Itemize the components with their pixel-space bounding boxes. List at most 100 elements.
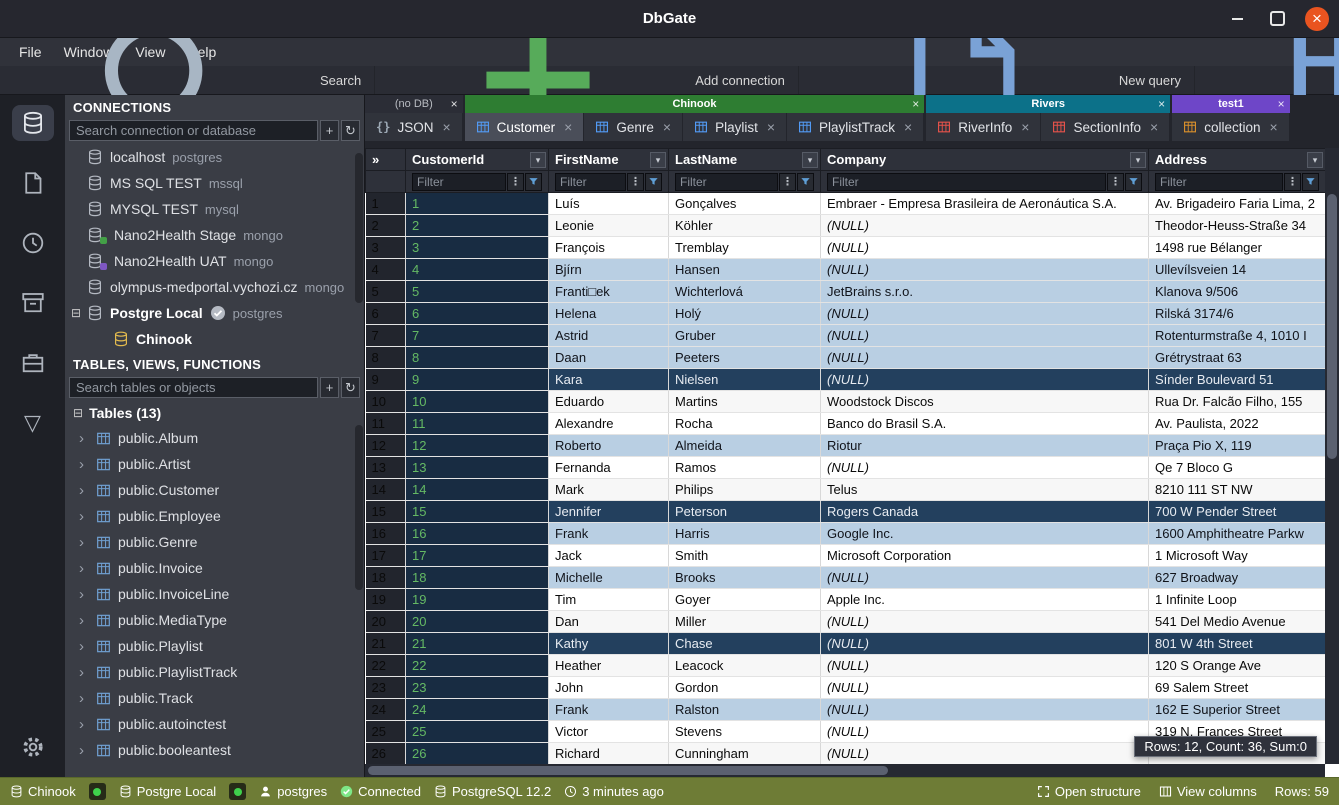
cell-customerid[interactable]: 21	[406, 633, 549, 655]
filter-funnel-button[interactable]	[1125, 173, 1142, 191]
toolbar-new-query[interactable]: New query	[799, 66, 1195, 94]
cell-lastname[interactable]: Nielsen	[669, 369, 821, 391]
row-number[interactable]: 16	[366, 523, 406, 545]
cell-company[interactable]: Riotur	[821, 435, 1149, 457]
connection-item-ms-sql-test[interactable]: MS SQL TESTmssql	[65, 170, 364, 196]
cell-customerid[interactable]: 5	[406, 281, 549, 303]
db-group-rivers[interactable]: Rivers×	[926, 95, 1170, 113]
cell-lastname[interactable]: Brooks	[669, 567, 821, 589]
cell-customerid[interactable]: 4	[406, 259, 549, 281]
refresh-connections-button[interactable]: ↻	[341, 120, 360, 141]
cell-company[interactable]: JetBrains s.r.o.	[821, 281, 1149, 303]
cell-company[interactable]: (NULL)	[821, 655, 1149, 677]
cell-customerid[interactable]: 2	[406, 215, 549, 237]
toolbar-new-table[interactable]: New table	[1195, 66, 1339, 94]
cell-company[interactable]: (NULL)	[821, 237, 1149, 259]
cell-address[interactable]: 700 W Pender Street	[1149, 501, 1326, 523]
cell-firstname[interactable]: John	[549, 677, 669, 699]
cell-address[interactable]: Rilská 3174/6	[1149, 303, 1326, 325]
chevron-right-icon[interactable]: ›	[79, 690, 89, 707]
cell-firstname[interactable]: Jack	[549, 545, 669, 567]
filter-funnel-button[interactable]	[645, 173, 662, 191]
sidebar-files-button[interactable]	[12, 165, 54, 201]
row-number[interactable]: 3	[366, 237, 406, 259]
cell-customerid[interactable]: 6	[406, 303, 549, 325]
toolbar-add-connection[interactable]: Add connection	[375, 66, 799, 94]
filter-menu-icon[interactable]: ⋮	[1107, 173, 1124, 191]
row-number[interactable]: 12	[366, 435, 406, 457]
cell-firstname[interactable]: Victor	[549, 721, 669, 743]
add-table-small-button[interactable]: +	[320, 377, 339, 398]
chevron-right-icon[interactable]: ›	[79, 664, 89, 681]
table-item-public-playlist[interactable]: ›public.Playlist	[65, 633, 364, 659]
chevron-right-icon[interactable]: ›	[79, 456, 89, 473]
table-item-public-album[interactable]: ›public.Album	[65, 425, 364, 451]
cell-lastname[interactable]: Stevens	[669, 721, 821, 743]
row-number[interactable]: 24	[366, 699, 406, 721]
connections-search-input[interactable]	[69, 120, 318, 141]
cell-firstname[interactable]: Daan	[549, 347, 669, 369]
table-item-public-employee[interactable]: ›public.Employee	[65, 503, 364, 529]
cell-address[interactable]: 162 E Superior Street	[1149, 699, 1326, 721]
chevron-right-icon[interactable]: ›	[79, 638, 89, 655]
table-item-public-booleantest[interactable]: ›public.booleantest	[65, 737, 364, 763]
chevron-right-icon[interactable]: ›	[79, 482, 89, 499]
cell-company[interactable]: (NULL)	[821, 699, 1149, 721]
cell-firstname[interactable]: Luís	[549, 193, 669, 215]
cell-company[interactable]: Apple Inc.	[821, 589, 1149, 611]
statusbar-view-columns[interactable]: View columns	[1159, 784, 1257, 799]
cell-lastname[interactable]: Smith	[669, 545, 821, 567]
row-number[interactable]: 2	[366, 215, 406, 237]
close-button[interactable]	[1305, 7, 1329, 31]
grid-corner[interactable]: »	[366, 149, 406, 171]
chevron-down-icon[interactable]: ▾	[1130, 152, 1146, 168]
cell-lastname[interactable]: Cunningham	[669, 743, 821, 765]
cell-customerid[interactable]: 17	[406, 545, 549, 567]
cell-company[interactable]: Rogers Canada	[821, 501, 1149, 523]
cell-address[interactable]: Sínder Boulevard 51	[1149, 369, 1326, 391]
cell-firstname[interactable]: Astrid	[549, 325, 669, 347]
cell-lastname[interactable]: Tremblay	[669, 237, 821, 259]
cell-address[interactable]: 69 Salem Street	[1149, 677, 1326, 699]
collapse-icon[interactable]: ⊟	[71, 306, 81, 320]
cell-lastname[interactable]: Hansen	[669, 259, 821, 281]
row-number[interactable]: 4	[366, 259, 406, 281]
cell-customerid[interactable]: 9	[406, 369, 549, 391]
chevron-right-icon[interactable]: ›	[79, 742, 89, 759]
cell-customerid[interactable]: 20	[406, 611, 549, 633]
cell-address[interactable]: Av. Paulista, 2022	[1149, 413, 1326, 435]
cell-firstname[interactable]: Frank	[549, 523, 669, 545]
cell-lastname[interactable]: Rocha	[669, 413, 821, 435]
column-header-lastname[interactable]: LastName▾	[669, 149, 821, 171]
cell-firstname[interactable]: Kara	[549, 369, 669, 391]
statusbar-open-structure[interactable]: Open structure	[1037, 784, 1141, 799]
cell-company[interactable]: (NULL)	[821, 325, 1149, 347]
cell-company[interactable]: Microsoft Corporation	[821, 545, 1149, 567]
chevron-right-icon[interactable]: ›	[79, 612, 89, 629]
table-item-public-invoiceline[interactable]: ›public.InvoiceLine	[65, 581, 364, 607]
table-item-public-mediatype[interactable]: ›public.MediaType	[65, 607, 364, 633]
maximize-button[interactable]	[1265, 7, 1289, 31]
table-item-public-artist[interactable]: ›public.Artist	[65, 451, 364, 477]
cell-lastname[interactable]: Goyer	[669, 589, 821, 611]
cell-lastname[interactable]: Chase	[669, 633, 821, 655]
cell-company[interactable]: (NULL)	[821, 633, 1149, 655]
cell-address[interactable]: Rua Dr. Falcão Filho, 155	[1149, 391, 1326, 413]
row-number[interactable]: 15	[366, 501, 406, 523]
tab-collection[interactable]: collection×	[1172, 113, 1289, 141]
cell-address[interactable]: Rotenturmstraße 4, 1010 I	[1149, 325, 1326, 347]
cell-address[interactable]: 1 Microsoft Way	[1149, 545, 1326, 567]
cell-firstname[interactable]: Tim	[549, 589, 669, 611]
cell-lastname[interactable]: Almeida	[669, 435, 821, 457]
cell-address[interactable]: 1 Infinite Loop	[1149, 589, 1326, 611]
cell-lastname[interactable]: Philips	[669, 479, 821, 501]
sidebar-history-button[interactable]	[12, 225, 54, 261]
add-connection-small-button[interactable]: +	[320, 120, 339, 141]
close-icon[interactable]: ×	[767, 119, 775, 135]
row-number[interactable]: 5	[366, 281, 406, 303]
collapse-icon[interactable]: ⊟	[73, 406, 83, 420]
cell-company[interactable]: (NULL)	[821, 457, 1149, 479]
tab-genre[interactable]: Genre×	[584, 113, 683, 141]
row-number[interactable]: 10	[366, 391, 406, 413]
cell-lastname[interactable]: Peterson	[669, 501, 821, 523]
